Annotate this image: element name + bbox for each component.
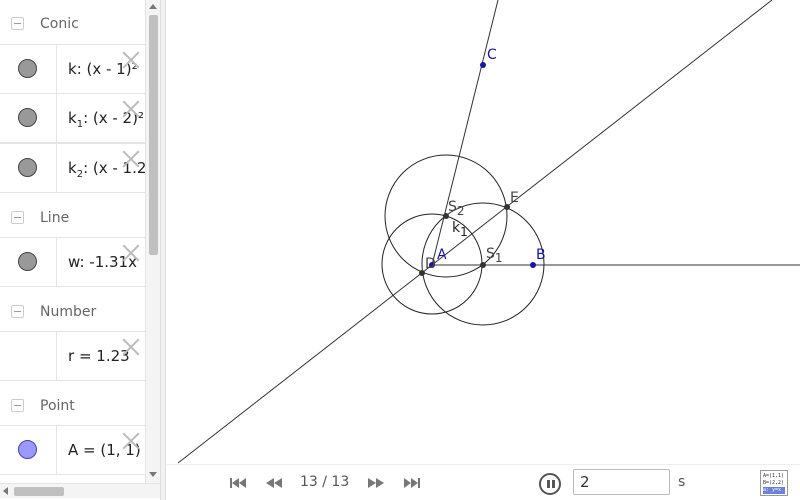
vertical-scrollbar[interactable] (145, 0, 160, 483)
scroll-up-icon[interactable] (149, 4, 157, 9)
label-S2-sub: 2 (457, 204, 465, 218)
category-label: Number (40, 304, 97, 320)
label-S1: S1 (486, 246, 503, 265)
collapse-icon[interactable] (11, 211, 24, 224)
collapse-icon[interactable] (11, 399, 24, 412)
construction-protocol-navigation: 13 / 13 s A=(1,1) B=(2,2) a: y=x (167, 464, 800, 500)
algebra-description-icon[interactable]: A=(1,1) B=(2,2) a: y=x (760, 470, 788, 496)
delete-icon[interactable] (122, 244, 140, 262)
first-step-icon[interactable] (229, 475, 247, 491)
label-C: C (487, 47, 497, 63)
label-A: A (437, 247, 447, 263)
play-speed-input[interactable] (573, 469, 670, 495)
next-step-icon[interactable] (367, 475, 385, 491)
visibility-toggle[interactable] (0, 238, 57, 286)
alg-icon-line: B=(2,2) (763, 480, 785, 486)
visibility-toggle[interactable] (0, 94, 57, 142)
graphics-view[interactable]: C E S2 k1 A D S1 B (167, 0, 800, 500)
label-S2: S2 (448, 199, 465, 218)
alg-icon-line: A=(1,1) (763, 473, 785, 479)
marble-icon[interactable] (18, 252, 37, 271)
visibility-toggle[interactable] (0, 45, 57, 93)
pause-icon[interactable] (539, 473, 561, 495)
visibility-toggle[interactable] (0, 332, 57, 380)
delete-icon[interactable] (122, 51, 140, 69)
label-S1-main: S (486, 246, 495, 262)
visibility-toggle[interactable] (0, 426, 57, 474)
category-label: Line (40, 210, 70, 226)
previous-step-icon[interactable] (265, 475, 283, 491)
algebra-item-r[interactable]: r = 1.23 (0, 331, 145, 381)
alg-icon-line: a: y=x (763, 487, 785, 494)
scroll-left-icon[interactable] (3, 487, 8, 495)
line-w[interactable] (177, 0, 773, 464)
last-step-icon[interactable] (403, 475, 421, 491)
algebra-item-k[interactable]: k: (x - 1)² (0, 44, 145, 94)
algebra-item-k1[interactable]: k1: (x - 2)² (0, 93, 145, 143)
marble-icon[interactable] (18, 158, 37, 177)
collapse-icon[interactable] (11, 17, 24, 30)
point-C[interactable] (480, 62, 486, 68)
label-S2-main: S (448, 199, 457, 215)
delete-icon[interactable] (122, 338, 140, 356)
category-label: Conic (40, 16, 79, 32)
algebra-item-A[interactable]: A = (1, 1) (0, 425, 145, 475)
category-label: Point (40, 398, 75, 414)
scroll-down-icon[interactable] (149, 472, 157, 477)
collapse-icon[interactable] (11, 305, 24, 318)
algebra-item-k2[interactable]: k2: (x - 1.2 (0, 143, 145, 193)
label-S1-sub: 1 (495, 251, 503, 265)
label-E: E (510, 190, 519, 206)
label-B: B (536, 247, 546, 263)
marble-icon[interactable] (18, 440, 37, 459)
panel-splitter[interactable] (160, 0, 166, 500)
delete-icon[interactable] (122, 100, 140, 118)
geogebra-app: Conic k: (x - 1)² k1: (x - 2)² k2: (x - … (0, 0, 800, 500)
step-counter: 13 / 13 (300, 474, 350, 490)
scroll-thumb[interactable] (14, 487, 64, 496)
category-conic[interactable]: Conic (0, 0, 145, 50)
speed-unit-label: s (678, 474, 686, 490)
label-k1: k1 (452, 220, 468, 239)
visibility-toggle[interactable] (0, 144, 57, 192)
label-k1-sub: 1 (460, 225, 468, 239)
label-D: D (425, 256, 436, 272)
marble-icon[interactable] (18, 59, 37, 78)
marble-icon[interactable] (18, 108, 37, 127)
horizontal-scrollbar[interactable] (0, 483, 160, 498)
delete-icon[interactable] (122, 432, 140, 450)
algebra-item-w[interactable]: w: -1.31x (0, 237, 145, 287)
point-S1[interactable] (480, 262, 486, 268)
algebra-view: Conic k: (x - 1)² k1: (x - 2)² k2: (x - … (0, 0, 145, 483)
scroll-thumb[interactable] (149, 15, 158, 255)
delete-icon[interactable] (122, 150, 140, 168)
